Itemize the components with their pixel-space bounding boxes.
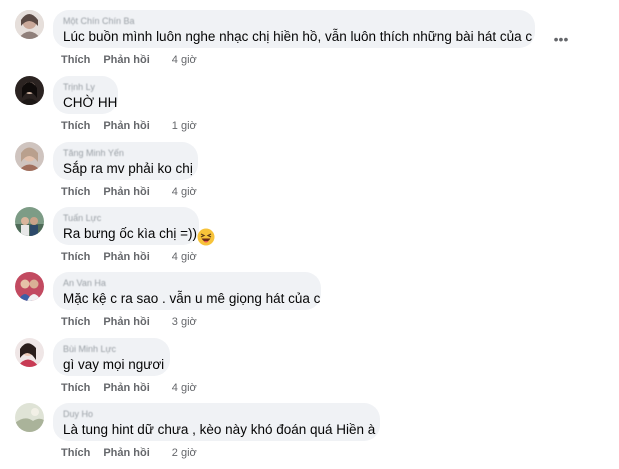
like-button[interactable]: Thích [61,54,90,66]
comment-time[interactable]: 4 giờ [172,382,197,394]
avatar-photo-woman-icon [15,338,44,367]
laughing-emoji-icon [197,228,215,246]
comment-text: Là tung hint dữ chưa , kèo này khó đoán … [63,422,376,437]
reply-button[interactable]: Phản hồi [103,251,149,263]
comment-text: Ra bưng ốc kìa chị =)) [63,226,197,241]
comment-actions: Thích Phản hồi 3 giờ [61,315,197,329]
reply-button[interactable]: Phản hồi [103,186,149,198]
avatar-photo-woman-icon [15,142,44,171]
comment-author[interactable]: Trịnh Ly [63,81,106,93]
comment-text: CHỜ HH [63,95,118,110]
comment-item: Bùi Minh Lực gì vay mọi ngươi Thích Phản … [0,338,619,404]
comment-bubble: Duy Ho Là tung hint dữ chưa , kèo này kh… [53,403,380,441]
comment-actions: Thích Phản hồi 4 giờ [61,53,197,67]
comment-time[interactable]: 1 giờ [172,120,197,132]
comment-author[interactable]: An Van Ha [63,277,309,289]
comment-author[interactable]: Duy Ho [63,408,368,420]
avatar[interactable] [15,76,44,105]
comment-author[interactable]: Bùi Minh Lực [63,343,158,355]
avatar[interactable] [15,10,44,39]
reply-button[interactable]: Phản hồi [103,447,149,459]
comment-author[interactable]: Tăng Minh Yến [63,147,186,159]
comment-text: Lúc buồn mình luôn nghe nhạc chị hiền hồ… [63,29,533,44]
comment-item: An Van Ha Mặc kệ c ra sao . vẫn u mê giọ… [0,272,619,338]
like-button[interactable]: Thích [61,447,90,459]
avatar-photo-woman-icon [15,76,44,105]
like-button[interactable]: Thích [61,186,90,198]
comment-text: Mặc kệ c ra sao . vẫn u mê giọng hát của… [63,291,321,306]
reply-button[interactable]: Phản hồi [103,316,149,328]
comment-item: Tuấn Lực Ra bưng ốc kìa chị =)) Thích Phả… [0,207,619,273]
reply-button[interactable]: Phản hồi [103,382,149,394]
comment-bubble: Tăng Minh Yến Sắp ra mv phải ko chị [53,142,198,180]
comment-bubble: Tuấn Lực Ra bưng ốc kìa chị =)) [53,207,199,245]
comment-item: Tăng Minh Yến Sắp ra mv phải ko chị Thíc… [0,142,619,208]
like-button[interactable]: Thích [61,120,90,132]
comment-time[interactable]: 4 giờ [172,54,197,66]
like-button[interactable]: Thích [61,382,90,394]
comment-actions: Thích Phản hồi 2 giờ [61,446,197,460]
comment-author[interactable]: Một Chín Chín Ba [63,15,523,27]
like-button[interactable]: Thích [61,251,90,263]
more-options-icon[interactable]: ••• [551,29,571,49]
like-button[interactable]: Thích [61,316,90,328]
comment-actions: Thích Phản hồi 4 giờ [61,185,197,199]
comment-item: Trịnh Ly CHỜ HH Thích Phản hồi 1 giờ [0,76,619,142]
avatar[interactable] [15,142,44,171]
comment-text: gì vay mọi ngươi [63,357,165,372]
reply-button[interactable]: Phản hồi [103,120,149,132]
comment-text: Sắp ra mv phải ko chị [63,161,193,176]
comment-actions: Thích Phản hồi 4 giờ [61,250,197,264]
avatar[interactable] [15,338,44,367]
comment-item: Duy Ho Là tung hint dữ chưa , kèo này kh… [0,403,619,469]
comment-time[interactable]: 4 giờ [172,186,197,198]
comment-time[interactable]: 2 giờ [172,447,197,459]
avatar[interactable] [15,207,44,236]
comment-actions: Thích Phản hồi 4 giờ [61,381,197,395]
comment-bubble: Bùi Minh Lực gì vay mọi ngươi [53,338,170,376]
comment-bubble: An Van Ha Mặc kệ c ra sao . vẫn u mê giọ… [53,272,321,310]
avatar-photo-couple-icon [15,272,44,301]
comment-bubble: Một Chín Chín Ba Lúc buồn mình luôn nghe… [53,10,535,48]
comment-item: Một Chín Chín Ba Lúc buồn mình luôn nghe… [0,10,619,76]
avatar[interactable] [15,272,44,301]
comment-time[interactable]: 3 giờ [172,316,197,328]
reply-button[interactable]: Phản hồi [103,54,149,66]
avatar-photo-landscape-icon [15,403,44,432]
avatar-photo-woman-icon [15,10,44,39]
comment-bubble: Trịnh Ly CHỜ HH [53,76,118,114]
avatar[interactable] [15,403,44,432]
comment-actions: Thích Phản hồi 1 giờ [61,119,197,133]
avatar-photo-group-icon [15,207,44,236]
comment-time[interactable]: 4 giờ [172,251,197,263]
comment-author[interactable]: Tuấn Lực [63,212,187,224]
